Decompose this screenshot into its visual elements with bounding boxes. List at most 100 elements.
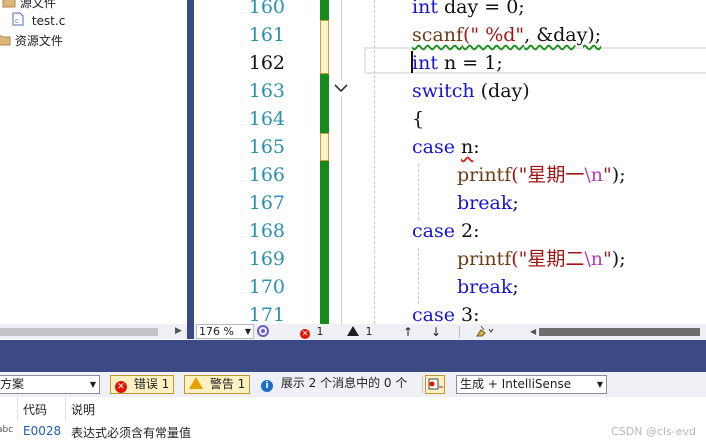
messages-filter-button[interactable]: i 展示 2 个消息中的 0 个 bbox=[257, 375, 407, 394]
watermark: CSDN @cls-evd bbox=[611, 425, 696, 438]
text-caret bbox=[411, 51, 413, 73]
code-line-164: { bbox=[412, 108, 425, 130]
code-line-169: printf("星期二\n"); bbox=[457, 245, 626, 273]
tree-item-label: 资源文件 bbox=[14, 34, 63, 48]
error-count: 1 bbox=[316, 325, 324, 338]
column-separator[interactable] bbox=[17, 397, 18, 421]
build-source-value: 生成 + IntelliSense bbox=[460, 377, 572, 391]
scroll-left-arrow-icon[interactable]: ◀ bbox=[530, 324, 536, 340]
line-number-current: 162 bbox=[248, 52, 285, 74]
code-text: 2: bbox=[454, 220, 480, 242]
indent-guide bbox=[418, 248, 419, 304]
c-file-icon: c bbox=[12, 12, 24, 32]
tree-item-resource-files[interactable]: 资源文件 bbox=[0, 31, 63, 51]
line-number: 168 bbox=[248, 220, 285, 242]
code-text: ; bbox=[512, 276, 519, 298]
solution-explorer: 源文件 c test.c 资源文件 bbox=[0, 0, 187, 324]
info-icon: i bbox=[261, 380, 273, 392]
zoom-combo[interactable]: 176 % ▼ bbox=[196, 324, 254, 339]
zoom-value: 176 % bbox=[199, 325, 234, 338]
error-count-indicator[interactable]: ✕ 1 bbox=[300, 324, 324, 340]
intellisense-abc-icon: abc bbox=[0, 425, 14, 435]
tree-item-test-c[interactable]: c test.c bbox=[12, 11, 65, 31]
tree-item-label: test.c bbox=[31, 14, 66, 28]
line-number: 160 bbox=[248, 0, 285, 18]
code-text: ; bbox=[512, 192, 519, 214]
error-description: 表达式必须含有常量值 bbox=[71, 426, 192, 440]
keyword: case bbox=[412, 220, 455, 242]
code-text: ); bbox=[611, 164, 626, 186]
separator bbox=[459, 326, 460, 338]
function-name: printf bbox=[457, 248, 512, 270]
string-literal: " bbox=[603, 248, 612, 270]
unsaved-change-marker bbox=[320, 20, 329, 74]
code-line-161: scanf(" %d", &day); bbox=[412, 21, 601, 49]
code-line-160: int day = 0; bbox=[412, 0, 525, 21]
function-name: scanf bbox=[412, 24, 463, 46]
error-list-toolbar: 方案 ▼ ✕ 错误 1 警告 1 i 展示 2 个消息中的 0 个 生成 + I… bbox=[0, 372, 706, 397]
build-source-combo[interactable]: 生成 + IntelliSense ▼ bbox=[456, 375, 607, 394]
function-name: printf bbox=[457, 164, 512, 186]
code-text: : bbox=[473, 136, 480, 158]
line-number: 171 bbox=[248, 304, 285, 324]
code-line-170: break; bbox=[457, 273, 519, 301]
editor-left-margin bbox=[194, 0, 223, 324]
error-code-link[interactable]: E0028 bbox=[23, 424, 61, 438]
error-filter-icon bbox=[428, 378, 443, 390]
explorer-horizontal-scrollbar[interactable]: ▶ bbox=[0, 324, 187, 339]
chevron-down-icon: ▼ bbox=[244, 327, 251, 336]
next-issue-arrow-icon[interactable]: ↓ bbox=[431, 324, 441, 340]
code-line-166: printf("星期一\n"); bbox=[457, 161, 626, 189]
svg-text:c: c bbox=[15, 17, 19, 25]
keyword: break bbox=[457, 192, 513, 214]
identifier-error[interactable]: n bbox=[461, 136, 473, 158]
error-icon: ✕ bbox=[115, 381, 127, 393]
code-editor[interactable]: 160 161 162 163 164 165 166 167 168 169 … bbox=[223, 0, 706, 324]
unsaved-change-marker bbox=[320, 133, 329, 161]
string-literal: ("星期二 bbox=[511, 248, 585, 270]
escape-sequence: \n bbox=[584, 164, 604, 186]
warning-count-indicator[interactable]: 1 bbox=[347, 324, 373, 340]
previous-issue-arrow-icon[interactable]: ↑ bbox=[403, 324, 413, 340]
keyword: int bbox=[412, 0, 438, 18]
keyword: case bbox=[412, 136, 455, 158]
code-text: ); bbox=[611, 248, 626, 270]
code-line-167: break; bbox=[457, 189, 519, 217]
line-number: 161 bbox=[248, 24, 285, 46]
scroll-right-arrow-icon[interactable]: ▶ bbox=[175, 324, 182, 339]
keyword: case bbox=[412, 304, 455, 324]
warnings-filter-label: 警告 1 bbox=[209, 377, 246, 391]
scope-value: 方案 bbox=[0, 377, 25, 391]
code-line-168: case 2: bbox=[412, 217, 480, 245]
warning-count: 1 bbox=[365, 325, 373, 338]
warnings-filter-button[interactable]: 警告 1 bbox=[184, 375, 251, 394]
folder-icon bbox=[0, 32, 11, 52]
code-line-162: int n = 1; bbox=[412, 49, 503, 77]
health-indicator-icon[interactable] bbox=[256, 324, 270, 340]
column-header-description[interactable]: 说明 bbox=[71, 401, 95, 418]
indent-guide bbox=[374, 0, 375, 324]
table-row[interactable]: abc E0028 表达式必须含有常量值 bbox=[0, 421, 706, 444]
messages-filter-label: 展示 2 个消息中的 0 个 bbox=[280, 376, 408, 390]
error-icon: ✕ bbox=[300, 329, 310, 339]
indent-guide bbox=[418, 164, 419, 220]
code-cleanup-broom-icon[interactable] bbox=[472, 324, 494, 340]
code-text: n = 1; bbox=[437, 52, 503, 74]
errors-filter-button[interactable]: ✕ 错误 1 bbox=[110, 375, 175, 394]
outline-guide bbox=[341, 0, 342, 324]
keyword: int bbox=[412, 52, 438, 74]
panel-splitter[interactable] bbox=[187, 0, 194, 339]
scope-combo[interactable]: 方案 ▼ bbox=[0, 375, 100, 394]
line-number: 164 bbox=[248, 108, 285, 130]
line-number: 169 bbox=[248, 248, 285, 270]
line-number: 166 bbox=[248, 164, 285, 186]
filter-toggle-button[interactable] bbox=[425, 375, 445, 394]
warning-icon bbox=[189, 377, 203, 389]
code-line-163: switch (day) bbox=[412, 77, 530, 105]
code-line-165: case n: bbox=[412, 133, 480, 161]
collapse-chevron-icon[interactable] bbox=[333, 80, 349, 96]
editor-horizontal-scroll-thumb[interactable] bbox=[539, 328, 700, 336]
column-separator[interactable] bbox=[65, 397, 66, 421]
scrollbar-thumb[interactable] bbox=[0, 328, 158, 336]
column-header-code[interactable]: 代码 bbox=[23, 401, 47, 418]
